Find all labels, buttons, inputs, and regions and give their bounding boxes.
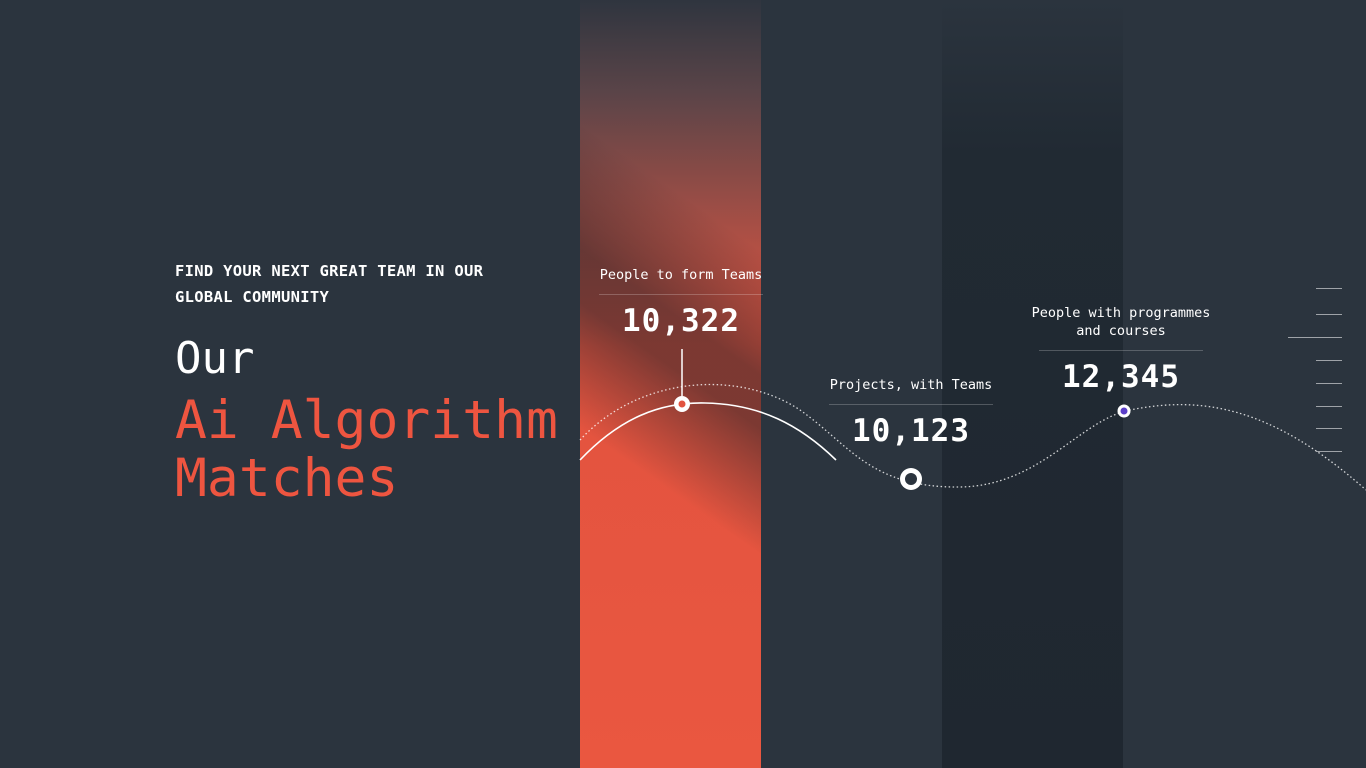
stat-value: 10,123 <box>852 413 970 449</box>
stat-value: 12,345 <box>1062 359 1180 395</box>
scale-tick-icon <box>1316 428 1342 429</box>
scale-tick-icon <box>1316 451 1342 452</box>
stat-label: People with programmes and courses <box>1031 305 1211 339</box>
scale-tick-icon <box>1288 337 1342 338</box>
scale-tick-icon <box>1316 360 1342 361</box>
stat-people-teams: People to form Teams 10,322 <box>590 266 772 339</box>
stat-label: Projects, with Teams <box>829 377 993 393</box>
stat-divider <box>599 294 763 295</box>
stat-projects-teams: Projects, with Teams 10,123 <box>820 376 1002 449</box>
match-curve-solid <box>579 402 837 461</box>
stat-label: People to form Teams <box>599 267 763 283</box>
scale-tick-icon <box>1316 406 1342 407</box>
stat-divider <box>829 404 993 405</box>
scale-tick-icon <box>1316 314 1342 315</box>
scale-tick-icon <box>1316 288 1342 289</box>
scale-tick-icon <box>1316 383 1342 384</box>
stat-people-programmes: People with programmes and courses 12,34… <box>1025 304 1217 395</box>
stat-value: 10,322 <box>622 303 740 339</box>
stat-divider <box>1039 350 1203 351</box>
